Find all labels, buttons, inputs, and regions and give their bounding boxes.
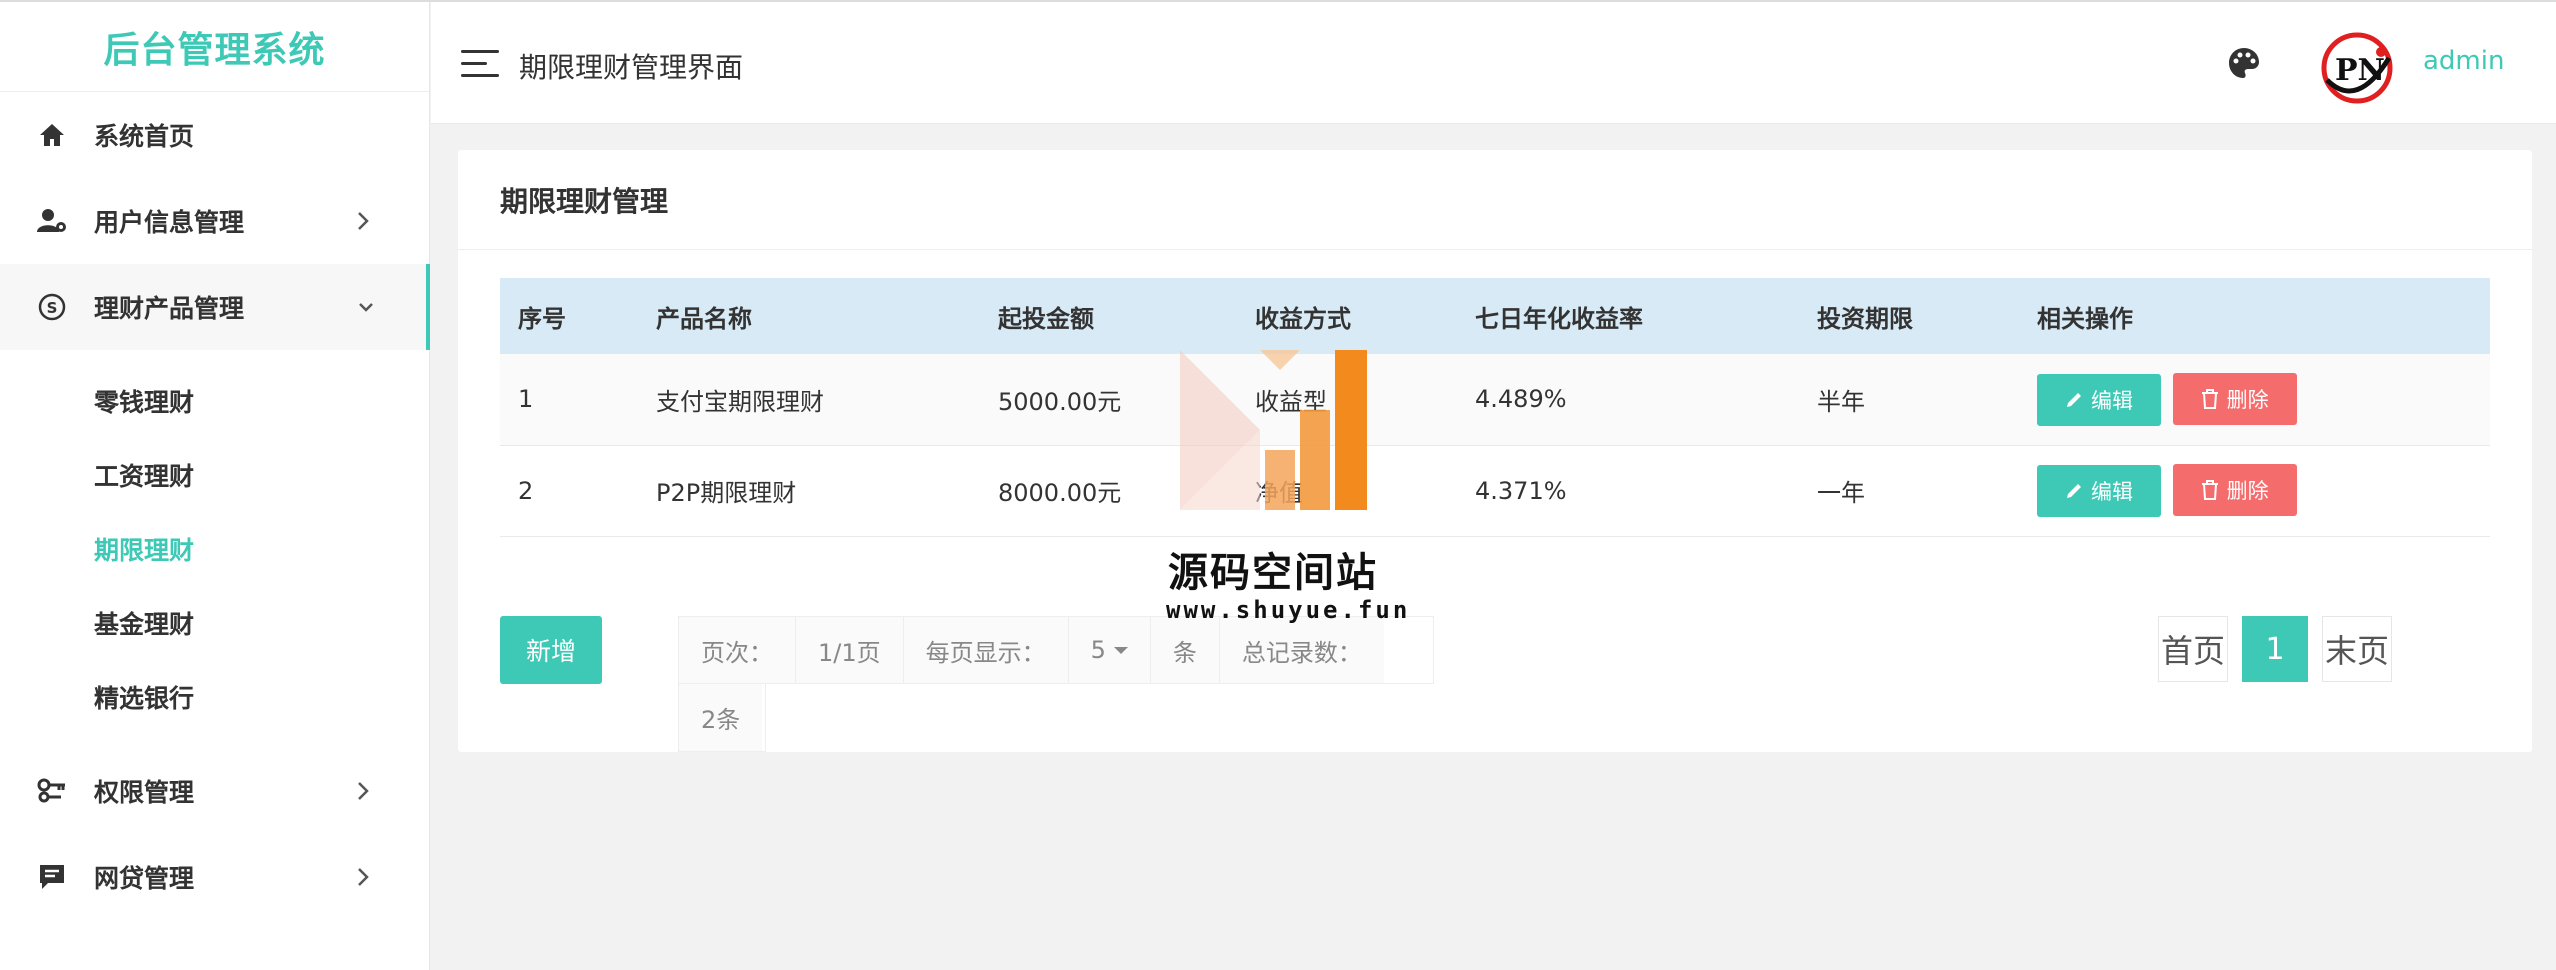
sidebar-item-home[interactable]: 系统首页 bbox=[0, 92, 429, 178]
per-page-unit: 条 bbox=[1150, 617, 1220, 683]
sidebar-item-loans[interactable]: 网贷管理 bbox=[0, 834, 429, 920]
cell-rate: 4.489% bbox=[1457, 354, 1799, 446]
user-name[interactable]: admin bbox=[2423, 46, 2504, 76]
sidebar-item-label: 系统首页 bbox=[94, 122, 195, 151]
per-page-select[interactable]: 5 bbox=[1068, 617, 1151, 683]
finance-submenu: 零钱理财 工资理财 期限理财 基金理财 精选银行 bbox=[0, 350, 429, 748]
cell-no: 1 bbox=[500, 354, 638, 446]
delete-label: 删除 bbox=[2226, 479, 2269, 503]
cell-name: P2P期限理财 bbox=[638, 445, 980, 537]
col-header: 七日年化收益率 bbox=[1457, 278, 1799, 354]
col-header: 产品名称 bbox=[638, 278, 980, 354]
key-icon bbox=[36, 775, 68, 807]
col-header: 相关操作 bbox=[2019, 278, 2490, 354]
delete-button[interactable]: 删除 bbox=[2172, 464, 2297, 516]
cell-term: 半年 bbox=[1799, 354, 2019, 446]
watermark-name: 源码空间站 bbox=[1168, 550, 1378, 596]
sidebar-item-users[interactable]: 用户信息管理 bbox=[0, 178, 429, 264]
page-title: 期限理财管理界面 bbox=[519, 51, 744, 84]
chevron-right-icon bbox=[357, 208, 377, 234]
message-icon bbox=[36, 861, 68, 893]
cell-no: 2 bbox=[500, 445, 638, 537]
col-header: 起投金额 bbox=[980, 278, 1237, 354]
sidebar-sub-fund[interactable]: 基金理财 bbox=[0, 586, 429, 660]
per-page-value: 5 bbox=[1090, 636, 1106, 664]
last-page-button[interactable]: 末页 bbox=[2321, 616, 2392, 682]
sidebar-item-label: 用户信息管理 bbox=[94, 208, 245, 237]
pencil-icon bbox=[2067, 392, 2081, 407]
pagination-info: 页次： 1/1页 每页显示： 5 条 总记录数： 2条 bbox=[678, 616, 1434, 752]
table-row: 2 P2P期限理财 8000.00元 净值 4.371% 一年 编辑 删除 bbox=[500, 445, 2490, 537]
sidebar: 后台管理系统 系统首页 用户信息管理 S 理财产品管理 零钱理财 工资理财 期限… bbox=[0, 2, 430, 970]
total-value: 2条 bbox=[679, 684, 763, 751]
product-table: 序号 产品名称 起投金额 收益方式 七日年化收益率 投资期限 相关操作 1 支付… bbox=[500, 278, 2490, 537]
edit-button[interactable]: 编辑 bbox=[2037, 373, 2161, 426]
sidebar-sub-bank[interactable]: 精选银行 bbox=[0, 660, 429, 734]
app-title: 后台管理系统 bbox=[0, 2, 429, 92]
svg-text:S: S bbox=[47, 299, 58, 317]
delete-button[interactable]: 删除 bbox=[2172, 372, 2297, 425]
table-header-row: 序号 产品名称 起投金额 收益方式 七日年化收益率 投资期限 相关操作 bbox=[500, 278, 2490, 354]
add-button[interactable]: 新增 bbox=[500, 616, 602, 684]
trash-icon bbox=[2201, 480, 2218, 500]
caret-down-icon bbox=[1113, 646, 1128, 654]
cell-actions: 编辑 删除 bbox=[2019, 354, 2490, 446]
col-header: 序号 bbox=[500, 278, 638, 354]
edit-label: 编辑 bbox=[2091, 480, 2133, 504]
sidebar-item-label: 权限管理 bbox=[94, 778, 195, 807]
cell-mode: 收益型 bbox=[1237, 354, 1457, 446]
pencil-icon bbox=[2067, 484, 2081, 498]
avatar[interactable]: PN bbox=[2317, 30, 2397, 106]
chevron-down-icon bbox=[357, 294, 377, 320]
sidebar-sub-change[interactable]: 零钱理财 bbox=[0, 364, 429, 438]
watermark-url: www.shuyue.fun bbox=[1166, 596, 1411, 624]
hamburger-icon[interactable] bbox=[461, 50, 499, 80]
content-card: 期限理财管理 序号 产品名称 起投金额 收益方式 七日年化收益率 投资期限 相关… bbox=[458, 150, 2532, 752]
page-value: 1/1页 bbox=[796, 617, 904, 683]
sidebar-item-finance[interactable]: S 理财产品管理 bbox=[0, 264, 430, 350]
user-settings-icon bbox=[36, 205, 68, 237]
cell-name: 支付宝期限理财 bbox=[638, 354, 980, 446]
finance-icon: S bbox=[36, 291, 68, 323]
first-page-button[interactable]: 首页 bbox=[2157, 616, 2228, 682]
chevron-right-icon bbox=[357, 864, 377, 890]
trash-icon bbox=[2201, 388, 2218, 409]
cell-rate: 4.371% bbox=[1457, 445, 1799, 537]
cell-amount: 5000.00元 bbox=[980, 354, 1237, 446]
per-page-label: 每页显示： bbox=[903, 617, 1069, 683]
svg-text:PN: PN bbox=[2335, 53, 2385, 88]
current-page-button[interactable]: 1 bbox=[2241, 616, 2308, 682]
pagination: 首页 1 末页 bbox=[2144, 616, 2392, 682]
card-title: 期限理财管理 bbox=[458, 150, 2532, 250]
cell-mode: 净值 bbox=[1237, 445, 1457, 537]
sidebar-item-label: 网贷管理 bbox=[94, 864, 195, 893]
col-header: 投资期限 bbox=[1799, 278, 2019, 354]
chevron-right-icon bbox=[357, 778, 377, 804]
sidebar-item-permissions[interactable]: 权限管理 bbox=[0, 748, 429, 834]
cell-actions: 编辑 删除 bbox=[2019, 445, 2490, 537]
col-header: 收益方式 bbox=[1237, 278, 1457, 354]
total-label: 总记录数： bbox=[1219, 617, 1384, 683]
palette-icon[interactable] bbox=[2227, 46, 2261, 80]
delete-label: 删除 bbox=[2226, 387, 2269, 412]
edit-label: 编辑 bbox=[2091, 388, 2133, 413]
cell-amount: 8000.00元 bbox=[980, 445, 1237, 537]
home-icon bbox=[36, 119, 68, 151]
page-label: 页次： bbox=[679, 617, 796, 683]
sidebar-sub-term[interactable]: 期限理财 bbox=[0, 512, 429, 586]
cell-term: 一年 bbox=[1799, 445, 2019, 537]
edit-button[interactable]: 编辑 bbox=[2037, 465, 2161, 517]
sidebar-sub-salary[interactable]: 工资理财 bbox=[0, 438, 429, 512]
table-row: 1 支付宝期限理财 5000.00元 收益型 4.489% 半年 编辑 删除 bbox=[500, 354, 2490, 446]
sidebar-item-label: 理财产品管理 bbox=[94, 294, 245, 323]
top-header: 期限理财管理界面 PN admin bbox=[431, 2, 2556, 124]
